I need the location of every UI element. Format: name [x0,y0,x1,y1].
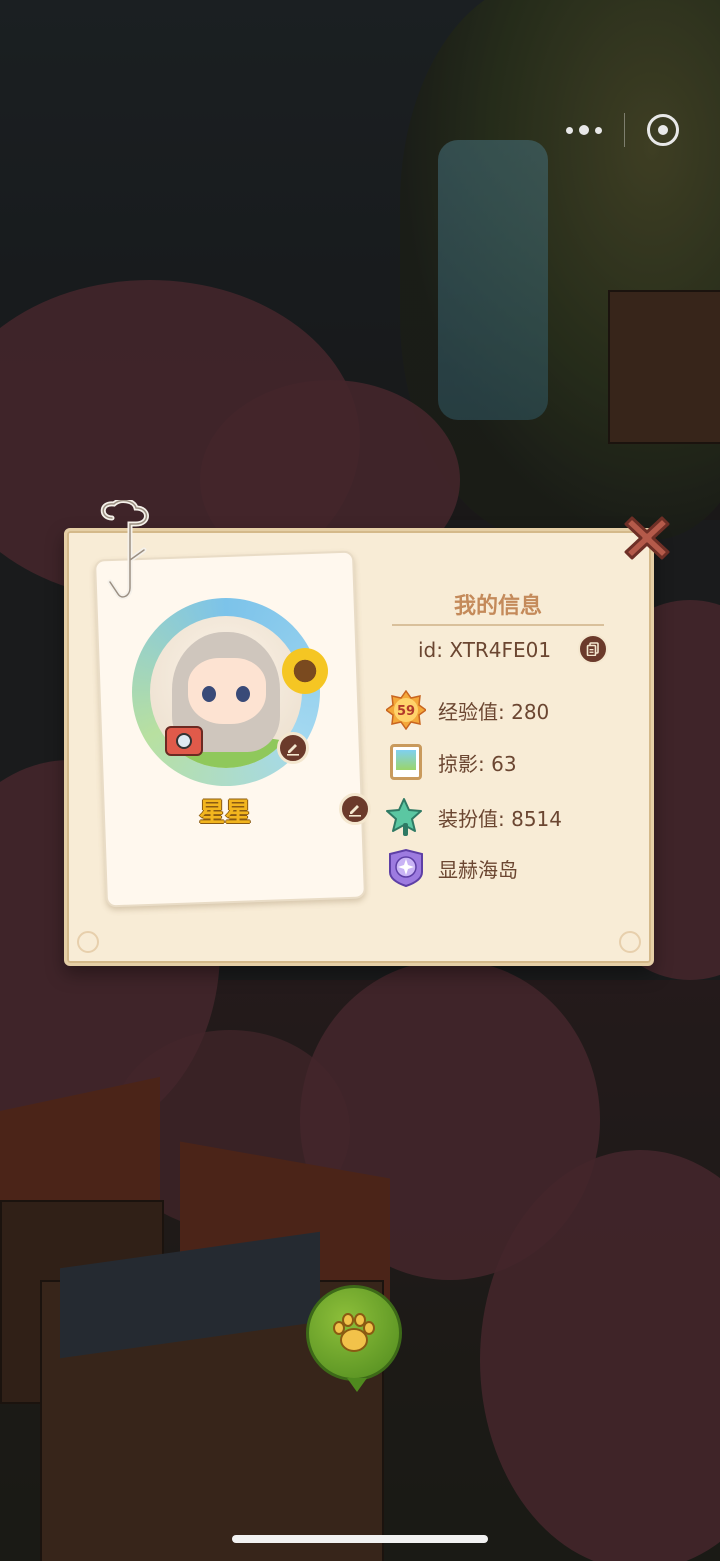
camera-icon [165,726,203,756]
avatar-eye [202,686,216,702]
sunflower-icon [282,648,328,694]
paw-button[interactable] [306,1285,402,1392]
island-rank-title: 显赫海岛 [438,857,518,882]
snapshots-value: 掠影: 63 [438,751,517,776]
level-badge-icon: 59 [384,688,428,732]
more-button[interactable] [548,110,620,150]
close-button[interactable] [620,510,674,564]
star-wand-icon [384,795,428,839]
island-medal-icon [384,846,428,890]
experience-value: 经验值: 280 [438,699,550,724]
mini-program-capsule [548,110,698,150]
copy-id-button[interactable] [578,634,608,664]
pencil-icon [349,805,361,817]
corner-ornament [619,931,641,953]
close-miniprogram-button[interactable] [647,114,679,146]
corner-ornament [77,931,99,953]
target-icon [658,125,668,135]
paper-clip-icon [100,500,149,600]
photo-frame-icon [384,740,428,784]
more-dots-icon [579,125,589,135]
stat-snapshots: 掠影: 63 [384,742,517,782]
stat-dressup: 装扮值: 8514 [384,797,562,837]
level-badge-icon: 59 [386,690,426,730]
dressup-value: 装扮值: 8514 [438,806,562,831]
paw-icon [333,1313,375,1352]
avatar-eye [236,686,250,702]
nickname: 星星 [198,798,251,828]
more-dots-icon [566,126,573,134]
stat-island-rank: 显赫海岛 [384,848,518,888]
more-dots-icon [595,126,602,134]
copy-icon [586,642,599,656]
avatar-face [188,658,266,724]
photo-frame-icon [390,744,422,780]
title-divider [392,624,604,626]
island-medal-icon [389,848,423,888]
star-wand-icon [386,798,422,836]
edit-nickname-button[interactable] [339,793,371,825]
stat-experience: 59 经验值: 280 [384,690,549,730]
close-icon [624,516,670,560]
user-id: id: XTR4FE01 [418,638,552,662]
modal-title: 我的信息 [453,594,542,619]
home-indicator[interactable] [232,1535,488,1543]
pencil-icon [287,744,299,756]
level-number: 59 [397,704,415,719]
edit-avatar-button[interactable] [277,732,309,764]
capsule-divider [624,113,625,147]
